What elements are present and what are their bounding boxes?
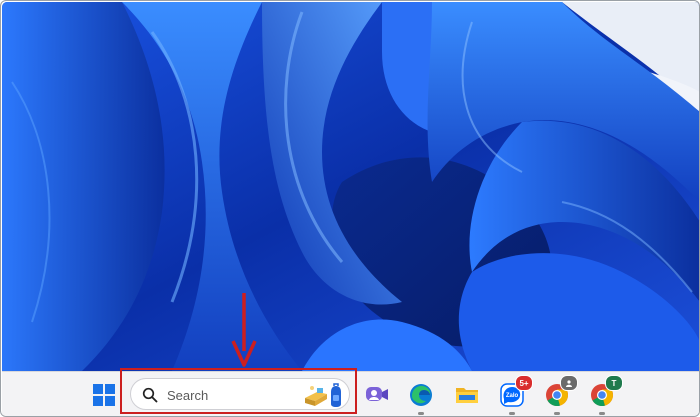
zalo-icon[interactable]: Zalo 5+ xyxy=(497,375,533,415)
edge-icon[interactable] xyxy=(406,380,436,415)
svg-text:Zalo: Zalo xyxy=(506,393,519,399)
annotation-arrow-icon xyxy=(230,293,258,372)
chrome-icon[interactable] xyxy=(542,375,578,415)
annotation-highlight-box xyxy=(120,368,357,414)
notification-badge: 5+ xyxy=(515,375,533,391)
running-indicator xyxy=(509,412,515,415)
running-indicator xyxy=(418,412,424,415)
running-indicator xyxy=(554,412,560,415)
meet-now-icon[interactable] xyxy=(362,380,392,410)
windows-start-icon[interactable] xyxy=(89,380,119,410)
file-explorer-icon[interactable] xyxy=(452,380,482,410)
running-indicator xyxy=(599,412,605,415)
desktop-screenshot: Zalo 5+ xyxy=(0,0,700,417)
profile-badge xyxy=(560,375,578,391)
profile-badge: T xyxy=(605,375,623,391)
chrome-profile-icon[interactable]: T xyxy=(587,375,623,415)
desktop-wallpaper xyxy=(2,2,699,371)
